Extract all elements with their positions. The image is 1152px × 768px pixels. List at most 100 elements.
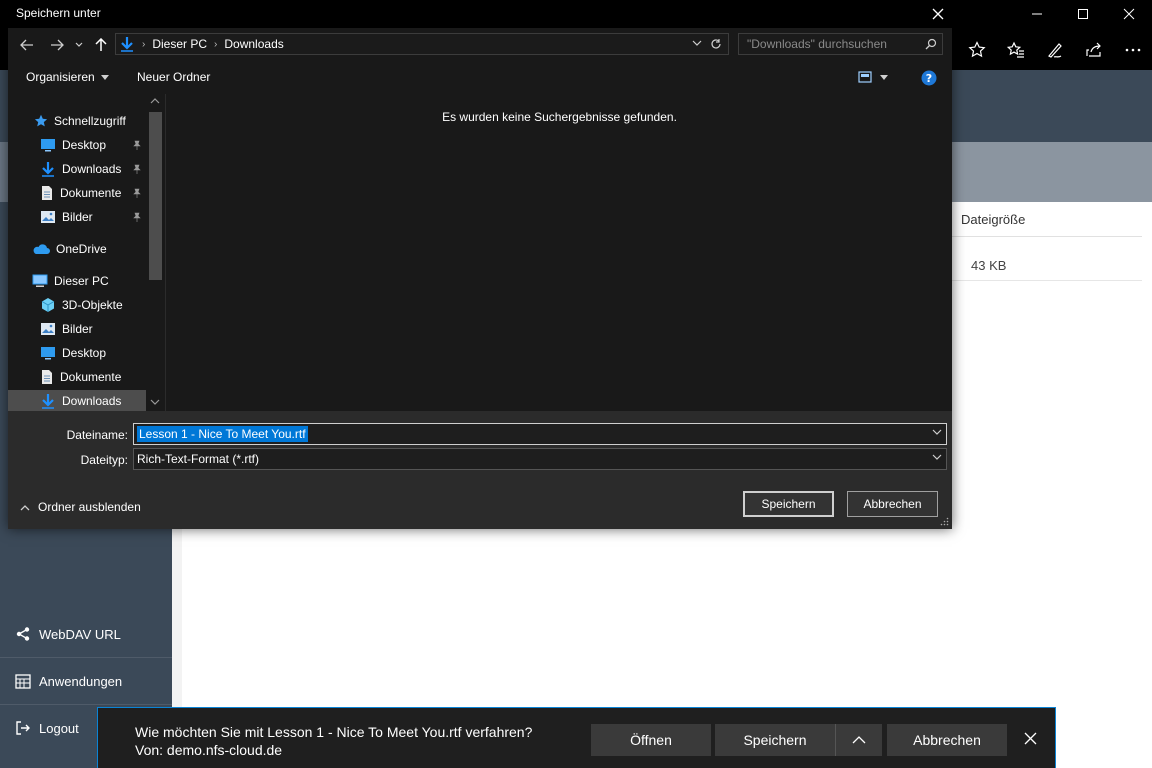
filetype-label: Dateityp: <box>80 453 128 467</box>
nav-this-pc[interactable]: Dieser PC <box>32 270 109 292</box>
scroll-thumb[interactable] <box>149 112 162 280</box>
filetype-select[interactable]: Rich-Text-Format (*.rtf) <box>133 448 947 470</box>
organize-label: Organisieren <box>26 70 95 84</box>
filetype-value: Rich-Text-Format (*.rtf) <box>137 452 260 466</box>
nav-label: Dieser PC <box>54 274 109 288</box>
back-button[interactable] <box>16 35 38 55</box>
nav-quick-downloads[interactable]: Downloads <box>40 158 121 180</box>
calendar-icon <box>15 674 31 689</box>
window-controls <box>1014 0 1152 28</box>
more-button[interactable] <box>1113 36 1152 64</box>
close-icon <box>932 8 944 20</box>
resize-grip-icon[interactable] <box>940 517 949 526</box>
svg-text:?: ? <box>926 72 932 85</box>
downloads-icon <box>42 162 54 177</box>
filename-input[interactable]: Lesson 1 - Nice To Meet You.rtf <box>133 423 947 445</box>
nav-quick-documents[interactable]: Dokumente <box>40 182 121 204</box>
share-icon <box>1085 42 1101 57</box>
cancel-download-button[interactable]: Abbrechen <box>887 724 1007 756</box>
address-history-button[interactable] <box>692 40 702 47</box>
favorite-button[interactable] <box>957 36 996 64</box>
nav-quick-desktop[interactable]: Desktop <box>40 134 106 156</box>
close-icon <box>1024 732 1037 745</box>
nav-label: Downloads <box>62 162 122 176</box>
up-button[interactable] <box>90 35 112 55</box>
help-button[interactable]: ? <box>921 70 937 86</box>
scroll-up-button[interactable] <box>150 98 160 104</box>
new-folder-button[interactable]: Neuer Ordner <box>137 70 210 84</box>
chevron-down-icon <box>932 454 942 460</box>
organize-button[interactable]: Organisieren <box>26 70 109 84</box>
view-icon <box>858 71 872 83</box>
dialog-titlebar: Speichern unter <box>8 0 952 28</box>
logout-icon <box>16 721 30 735</box>
minimize-button[interactable] <box>1014 0 1060 28</box>
nav-label: Desktop <box>62 138 107 152</box>
recent-locations-button[interactable] <box>68 35 90 55</box>
favorites-button[interactable] <box>996 36 1035 64</box>
nav-label: Bilder <box>62 322 93 336</box>
hide-folders-label: Ordner ausblenden <box>38 500 141 514</box>
breadcrumb-downloads[interactable]: Downloads <box>224 37 283 51</box>
nav-pc-pictures[interactable]: Bilder <box>40 318 93 340</box>
navigation-pane: Schnellzugriff Desktop Downloads Dokumen… <box>8 94 165 411</box>
forward-button[interactable] <box>46 35 68 55</box>
chevron-up-icon <box>150 98 160 104</box>
nav-label: Bilder <box>62 210 93 224</box>
dialog-close-button[interactable] <box>924 0 952 28</box>
download-prompt: Wie möchten Sie mit Lesson 1 - Nice To M… <box>135 723 532 759</box>
notes-button[interactable] <box>1035 36 1074 64</box>
downloads-icon <box>42 394 54 409</box>
nav-quick-pictures[interactable]: Bilder <box>40 206 93 228</box>
browser-toolbar <box>957 36 1152 64</box>
file-list-pane[interactable]: Es wurden keine Suchergebnisse gefunden. <box>165 94 952 411</box>
pictures-icon <box>41 211 55 223</box>
arrow-right-icon <box>51 39 64 51</box>
share-button[interactable] <box>1074 36 1113 64</box>
hide-folders-toggle[interactable]: Ordner ausblenden <box>20 500 141 514</box>
chevron-down-icon <box>100 74 109 80</box>
pin-icon <box>132 140 142 150</box>
nav-label: Downloads <box>62 394 122 408</box>
nav-pc-desktop[interactable]: Desktop <box>40 342 106 364</box>
nav-onedrive[interactable]: OneDrive <box>32 238 107 260</box>
chevron-up-icon <box>852 736 866 744</box>
nav-quick-access[interactable]: Schnellzugriff <box>34 110 126 132</box>
chevron-down-icon <box>150 399 160 405</box>
empty-results-message: Es wurden keine Suchergebnisse gefunden. <box>442 110 677 124</box>
refresh-button[interactable] <box>710 38 722 50</box>
filename-history-button[interactable] <box>932 429 942 436</box>
nav-scrollbar[interactable] <box>146 94 165 411</box>
save-button[interactable]: Speichern <box>715 724 836 756</box>
pen-icon <box>1047 43 1062 58</box>
chevron-down-icon <box>932 429 942 435</box>
column-header-filesize[interactable]: Dateigröße <box>961 212 1025 227</box>
dialog-save-button[interactable]: Speichern <box>743 491 834 517</box>
sidebar-item-applications[interactable]: Anwendungen <box>0 658 172 704</box>
scroll-down-button[interactable] <box>150 399 160 405</box>
nav-label: OneDrive <box>56 242 107 256</box>
more-icon <box>1125 48 1140 52</box>
filetype-dropdown-button[interactable] <box>932 454 942 461</box>
nav-pc-documents[interactable]: Dokumente <box>40 366 121 388</box>
address-bar[interactable]: › Dieser PC › Downloads <box>115 33 729 55</box>
sidebar-edge <box>0 142 8 202</box>
pin-icon <box>132 164 142 174</box>
search-input[interactable]: "Downloads" durchsuchen <box>738 33 943 55</box>
nav-pc-3d-objects[interactable]: 3D-Objekte <box>40 294 123 316</box>
dialog-cancel-button[interactable]: Abbrechen <box>847 491 938 517</box>
open-button[interactable]: Öffnen <box>591 724 711 756</box>
maximize-button[interactable] <box>1060 0 1106 28</box>
view-options-button[interactable] <box>858 71 888 83</box>
maximize-icon <box>1078 9 1088 19</box>
download-question: Wie möchten Sie mit Lesson 1 - Nice To M… <box>135 724 533 740</box>
nav-label: Dokumente <box>60 370 122 384</box>
star-icon <box>967 41 986 58</box>
nav-pc-downloads[interactable]: Downloads <box>8 390 146 411</box>
arrow-left-icon <box>20 39 33 51</box>
dismiss-download-button[interactable] <box>1024 732 1037 745</box>
sidebar-item-webdav[interactable]: WebDAV URL <box>0 611 172 657</box>
window-close-button[interactable] <box>1106 0 1152 28</box>
breadcrumb-this-pc[interactable]: Dieser PC <box>152 37 207 51</box>
save-options-button[interactable] <box>836 724 882 756</box>
